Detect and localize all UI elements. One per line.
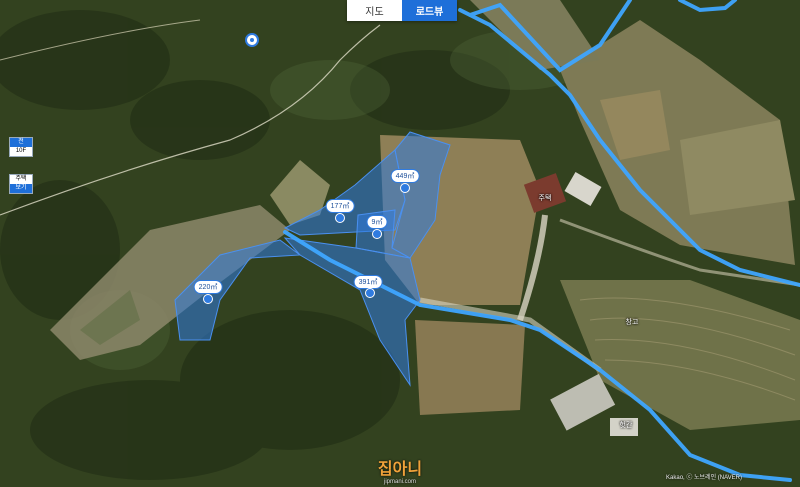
watermark-brand: 집아니 bbox=[377, 461, 423, 478]
parcel-pin-p3[interactable] bbox=[372, 229, 382, 239]
parcel-pin-p2[interactable] bbox=[335, 213, 345, 223]
parcel-pin-p1[interactable] bbox=[400, 183, 410, 193]
satellite-map[interactable] bbox=[0, 0, 800, 487]
parcel-label-p5[interactable]: 220㎡ bbox=[193, 280, 223, 294]
housing-view-control[interactable]: 주택 보기 bbox=[9, 174, 33, 194]
poi-building-3[interactable]: 헛간 bbox=[620, 420, 633, 430]
parcel-pin-p4[interactable] bbox=[365, 288, 375, 298]
housing-view-top: 주택 bbox=[15, 176, 27, 182]
parcel-label-p1[interactable]: 449㎡ bbox=[390, 169, 420, 183]
watermark-logo: 집아니 jipmani.com bbox=[378, 455, 422, 485]
floor-control-top: 전 bbox=[10, 138, 32, 147]
parcel-label-p3[interactable]: 9㎡ bbox=[366, 215, 388, 229]
floor-control[interactable]: 전 10F bbox=[9, 137, 33, 157]
floor-control-bottom: 10F bbox=[15, 148, 27, 154]
housing-view-bottom: 보기 bbox=[10, 184, 32, 193]
parcel-label-p2[interactable]: 177㎡ bbox=[325, 199, 355, 213]
parcel-pin-p5[interactable] bbox=[203, 294, 213, 304]
poi-building-2[interactable]: 창고 bbox=[626, 317, 639, 327]
poi-building-1[interactable]: 주택 bbox=[539, 193, 552, 203]
watermark-url: jipmani.com bbox=[383, 479, 417, 485]
tab-roadview[interactable]: 로드뷰 bbox=[402, 0, 457, 21]
tab-map[interactable]: 지도 bbox=[347, 0, 402, 21]
current-location-marker[interactable] bbox=[245, 33, 259, 47]
map-view-tabs: 지도 로드뷰 bbox=[347, 0, 457, 21]
map-credit: Kakao, ⓒ 노브레인 (NAVER) bbox=[666, 475, 742, 481]
parcel-label-p4[interactable]: 391㎡ bbox=[353, 275, 383, 289]
